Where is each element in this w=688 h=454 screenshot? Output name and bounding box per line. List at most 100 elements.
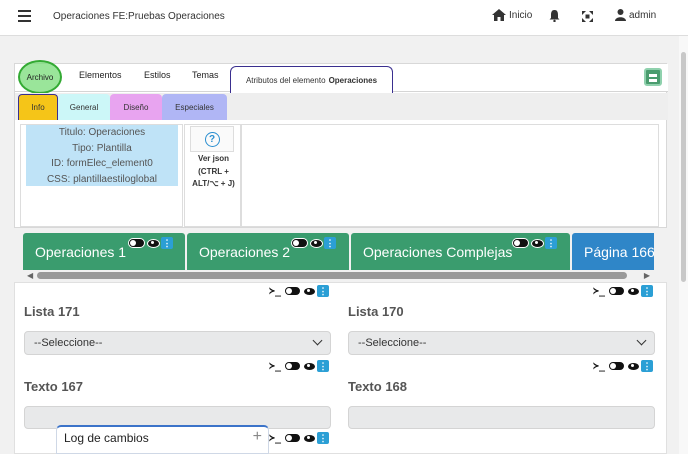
json-column: ? Ver json (CTRL + ALT/⌥ + J) (184, 124, 241, 227)
fullscreen-icon[interactable] (582, 11, 593, 22)
tab-atributos-prefix: Atributos del elemento (245, 75, 326, 85)
subtab-info[interactable]: Info (18, 94, 58, 120)
page-tab-pagina-166[interactable]: Página 166 (572, 233, 654, 270)
eye-icon[interactable] (302, 285, 317, 297)
user-icon (615, 9, 626, 21)
page-tab-label: Operaciones 2 (199, 243, 291, 260)
eye-slash-icon[interactable] (530, 237, 544, 249)
select-lista-170[interactable]: --Seleccione-- (348, 331, 655, 355)
terminal-icon[interactable]: ≻_ (269, 286, 281, 297)
home-label: Inicio (509, 9, 533, 21)
scrollbar-thumb[interactable] (37, 272, 627, 279)
view-json-button[interactable]: ? (190, 126, 234, 152)
monitor-icon[interactable] (644, 68, 662, 86)
page-tab-operaciones-2[interactable]: Operaciones 2 ⋮ (187, 233, 349, 270)
toggle-icon[interactable] (608, 361, 626, 371)
view-json-line2: (CTRL + (198, 166, 229, 176)
more-options-icon[interactable]: ⋮ (641, 360, 654, 372)
more-options-icon[interactable]: ⋮ (545, 237, 557, 249)
info-css: CSS: plantillaestiloglobal (46, 173, 158, 185)
field-toolbar: ≻_ ⋮ (593, 285, 654, 297)
field-toolbar: ≻_ ⋮ (269, 432, 330, 444)
more-options-icon[interactable]: ⋮ (317, 432, 330, 444)
info-titulo: Titulo: Operaciones (58, 127, 146, 138)
change-log-label: Log de cambios (64, 431, 149, 445)
field-toolbar: ≻_ ⋮ (269, 285, 330, 297)
page-tab-operaciones-1[interactable]: Operaciones 1 ⋮ (23, 233, 185, 270)
properties-panel: Archivo Elementos Estilos Temas Atributo… (14, 60, 668, 228)
home-link[interactable]: Inicio (492, 9, 532, 21)
view-json-label: Ver json (CTRL + ALT/⌥ + J) (185, 153, 242, 191)
subtab-especiales[interactable]: Especiales (162, 94, 227, 120)
user-menu[interactable]: admin (615, 9, 656, 21)
toggle-icon[interactable] (608, 286, 626, 296)
chevron-down-icon (636, 335, 647, 346)
tab-atributos[interactable]: Atributos del elemento Operaciones (230, 66, 393, 93)
sub-tab-row: Info General Diseño Especiales (15, 93, 668, 120)
eye-slash-icon[interactable] (309, 237, 323, 249)
field-toolbar: ≻_ ⋮ (593, 360, 654, 372)
plus-icon[interactable]: + (253, 428, 262, 446)
toggle-icon[interactable] (284, 286, 302, 296)
info-tipo: Tipo: Plantilla (72, 142, 132, 154)
top-bar: Operaciones FE:Pruebas Operaciones Inici… (0, 0, 688, 36)
eye-icon[interactable] (302, 432, 317, 444)
tab-estilos[interactable]: Estilos (144, 70, 171, 80)
eye-icon[interactable] (626, 285, 641, 297)
scroll-right-icon[interactable]: ▶ (644, 271, 650, 280)
more-options-icon[interactable]: ⋮ (641, 285, 654, 297)
toggle-icon[interactable] (284, 433, 302, 443)
user-label: admin (629, 9, 657, 21)
eye-icon[interactable] (626, 360, 641, 372)
tab-temas[interactable]: Temas (192, 70, 219, 80)
more-options-icon[interactable]: ⋮ (324, 237, 336, 249)
page-tabs: Operaciones 1 ⋮ Operaciones 2 ⋮ Operacio… (23, 233, 654, 270)
app-title: Operaciones FE:Pruebas Operaciones (53, 11, 225, 22)
hamburger-menu-icon[interactable] (18, 10, 31, 22)
select-value: --Seleccione-- (358, 337, 427, 349)
terminal-icon[interactable]: ≻_ (269, 433, 281, 444)
field-toolbar: ≻_ ⋮ (269, 360, 330, 372)
change-log-panel[interactable]: Log de cambios + (56, 425, 269, 454)
toggle-icon[interactable] (291, 238, 308, 248)
label-texto-167: Texto 167 (24, 379, 84, 394)
terminal-icon[interactable]: ≻_ (269, 361, 281, 372)
help-icon: ? (204, 131, 220, 147)
more-options-icon[interactable]: ⋮ (317, 360, 330, 372)
select-value: --Seleccione-- (34, 337, 103, 349)
toggle-icon[interactable] (512, 238, 529, 248)
subtab-general[interactable]: General (58, 94, 110, 120)
tab-elementos[interactable]: Elementos (79, 70, 122, 80)
label-lista-171: Lista 171 (24, 304, 80, 319)
label-texto-168: Texto 168 (348, 379, 408, 394)
main-tab-row: Archivo Elementos Estilos Temas Atributo… (15, 60, 668, 94)
select-lista-171[interactable]: --Seleccione-- (24, 331, 331, 355)
view-json-line3: ALT/⌥ + J) (192, 179, 235, 188)
subtab-diseno[interactable]: Diseño (110, 94, 162, 120)
page-tab-label: Operaciones 1 (35, 243, 127, 260)
toggle-icon[interactable] (284, 361, 302, 371)
toggle-icon[interactable] (128, 238, 145, 248)
eye-icon[interactable] (146, 237, 160, 249)
terminal-icon[interactable]: ≻_ (593, 286, 605, 297)
page-tab-label: Página 166 (584, 243, 654, 260)
page-scrollbar-thumb[interactable] (681, 52, 686, 282)
home-icon (492, 9, 506, 21)
element-info: Titulo: Operaciones Tipo: Plantilla ID: … (26, 125, 178, 186)
input-texto-168[interactable] (348, 406, 655, 429)
page-tab-operaciones-complejas[interactable]: Operaciones Complejas ⋮ (351, 233, 570, 270)
bell-icon[interactable] (549, 10, 560, 22)
info-id: ID: formElec_element0 (51, 158, 153, 169)
terminal-icon[interactable]: ≻_ (593, 361, 605, 372)
scroll-left-icon[interactable]: ◀ (27, 271, 33, 280)
page-scrollbar[interactable] (679, 36, 688, 454)
chevron-down-icon (312, 335, 323, 346)
tab-archivo[interactable]: Archivo (18, 60, 62, 94)
more-options-icon[interactable]: ⋮ (317, 285, 330, 297)
label-lista-170: Lista 170 (348, 304, 404, 319)
page-tabs-scrollbar[interactable]: ◀ ▶ (23, 270, 654, 281)
page-tab-label: Operaciones Complejas (363, 243, 513, 260)
tab-atributos-name: Operaciones (328, 75, 378, 85)
eye-icon[interactable] (302, 360, 317, 372)
more-options-icon[interactable]: ⋮ (161, 237, 173, 249)
